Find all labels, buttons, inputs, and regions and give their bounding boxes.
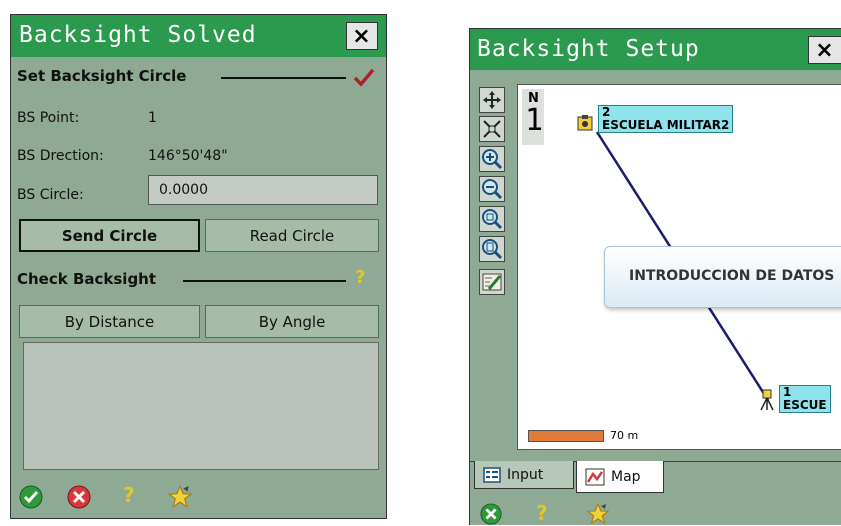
by-angle-button[interactable]: By Angle xyxy=(205,305,379,338)
send-circle-button[interactable]: Send Circle xyxy=(19,219,200,252)
scale-label: 70 m xyxy=(610,429,639,442)
zoom-in-button[interactable] xyxy=(479,146,505,172)
scale-bar xyxy=(528,430,604,442)
point1-label: 1 ESCUE xyxy=(779,385,831,413)
map-options-button[interactable] xyxy=(479,269,505,295)
help-icon[interactable]: ? xyxy=(536,501,548,525)
point1-name: ESCUE xyxy=(783,398,827,412)
title-bar: Backsight Setup × xyxy=(470,29,841,70)
point2-name: ESCUELA MILITAR2 xyxy=(602,118,730,132)
station-icon xyxy=(577,115,593,131)
close-icon: × xyxy=(815,37,835,63)
dialog-title: Backsight Solved xyxy=(19,22,257,48)
zoom-out-icon xyxy=(482,179,503,200)
set-backsight-circle-heading: Set Backsight Circle xyxy=(17,67,187,85)
bs-direction-value: 146°50'48" xyxy=(148,148,228,164)
by-distance-label: By Distance xyxy=(64,312,155,331)
dialog-title: Backsight Setup xyxy=(477,36,700,62)
map-view[interactable]: N 1 2 ESCUELA MILITAR2 1 ESCUE INTRODUCC… xyxy=(517,84,841,450)
backsight-solved-dialog: Backsight Solved × Set Backsight Circle … xyxy=(10,14,387,519)
input-form-icon xyxy=(483,466,501,483)
read-circle-button[interactable]: Read Circle xyxy=(205,219,379,252)
help-icon[interactable]: ? xyxy=(355,267,365,288)
ok-icon[interactable] xyxy=(19,485,43,509)
results-area xyxy=(23,342,379,470)
bs-point-value: 1 xyxy=(148,110,157,126)
divider xyxy=(221,77,346,79)
bs-circle-label: BS Circle: xyxy=(17,187,84,203)
tab-input[interactable]: Input xyxy=(474,461,574,489)
tripod-icon xyxy=(760,389,774,411)
favorites-icon[interactable] xyxy=(586,502,610,526)
title-bar: Backsight Solved × xyxy=(11,15,386,57)
divider xyxy=(183,280,346,282)
close-button[interactable]: × xyxy=(346,22,378,50)
tab-map-label: Map xyxy=(611,468,641,485)
favorites-icon[interactable] xyxy=(167,484,193,510)
zoom-extents-button[interactable] xyxy=(479,116,505,142)
checkmark-icon xyxy=(353,68,375,87)
bs-point-label: BS Point: xyxy=(17,110,80,126)
bs-direction-label: BS Drection: xyxy=(17,148,104,164)
read-circle-label: Read Circle xyxy=(249,226,335,245)
bs-circle-value: 0.0000 xyxy=(159,182,208,198)
pan-button[interactable] xyxy=(479,87,505,113)
tab-input-label: Input xyxy=(507,466,544,483)
by-distance-button[interactable]: By Distance xyxy=(19,305,200,338)
zoom-extents-icon xyxy=(483,120,501,138)
help-icon[interactable]: ? xyxy=(123,483,135,507)
zoom-window-button[interactable] xyxy=(479,206,505,232)
intro-callout: INTRODUCCION DE DATOS xyxy=(604,246,841,308)
map-icon xyxy=(585,468,605,485)
map-options-icon xyxy=(482,273,502,291)
callout-text: INTRODUCCION DE DATOS xyxy=(629,268,835,284)
cancel-icon[interactable] xyxy=(67,485,91,509)
close-icon: × xyxy=(352,23,372,49)
check-backsight-heading: Check Backsight xyxy=(17,270,157,288)
bs-circle-input[interactable]: 0.0000 xyxy=(148,175,378,205)
close-button[interactable]: × xyxy=(808,36,841,64)
zoom-window-icon xyxy=(482,209,503,230)
pan-icon xyxy=(483,91,501,109)
by-angle-label: By Angle xyxy=(258,312,326,331)
send-circle-label: Send Circle xyxy=(61,226,158,245)
point2-label: 2 ESCUELA MILITAR2 xyxy=(598,105,734,133)
zoom-previous-icon xyxy=(482,239,503,260)
tab-map[interactable]: Map xyxy=(576,461,664,493)
zoom-out-button[interactable] xyxy=(479,176,505,202)
cancel-icon[interactable] xyxy=(480,503,502,525)
zoom-in-icon xyxy=(482,149,503,170)
zoom-previous-button[interactable] xyxy=(479,236,505,262)
backsight-setup-dialog: Backsight Setup × N 1 2 ESCUELA MILITAR2… xyxy=(469,28,841,525)
